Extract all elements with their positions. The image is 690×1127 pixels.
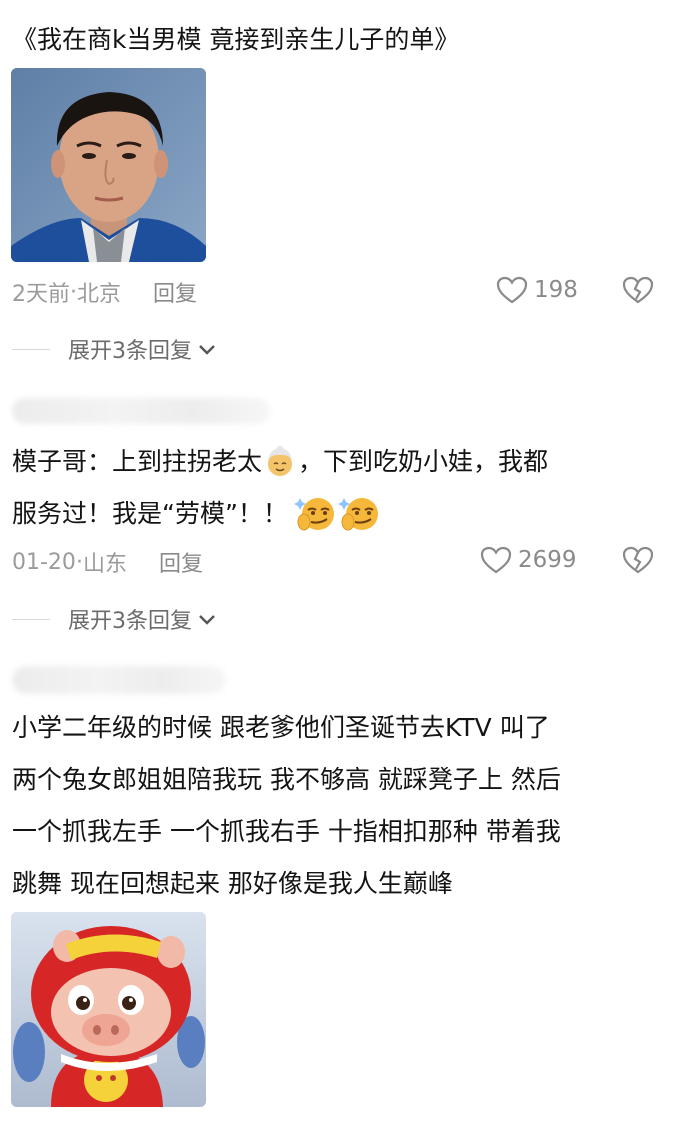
comment-2-like-count: 2699 — [518, 547, 577, 573]
comment-2-expand-label: 展开3条回复 — [68, 609, 192, 634]
meta-separator: · — [70, 279, 77, 305]
comment-2-text-line-1: 模子哥：上到拄拐老太 ，下到吃奶小娃，我都 — [12, 436, 548, 488]
chevron-down-icon — [199, 345, 215, 355]
smirk-emoji-icon — [337, 498, 378, 531]
cropped-username — [14, 0, 94, 4]
heart-outline-icon — [480, 546, 512, 574]
comment-1-expand-label: 展开3条回复 — [68, 339, 192, 364]
comment-2-text-part: ，下到吃奶小娃，我都 — [298, 447, 549, 476]
heart-outline-icon — [496, 276, 528, 304]
comment-3-text-line: 跳舞 现在回想起来 那好像是我人生巅峰 — [12, 869, 453, 898]
comment-3-text-line: 两个兔女郎姐姐陪我玩 我不够高 就踩凳子上 然后 — [12, 765, 561, 794]
comment-1-photo[interactable] — [11, 68, 206, 262]
comment-1-reply-button[interactable]: 回复 — [153, 276, 197, 308]
comment-1-meta: 2天前 · 北京 回复 — [12, 276, 197, 308]
comment-1-time: 2天前 — [12, 282, 70, 307]
comment-1-like-count: 198 — [534, 277, 578, 303]
expand-divider — [12, 348, 50, 350]
comment-1-text: 《我在商k当男模 竟接到亲生儿子的单》 — [12, 25, 460, 54]
cartoon-pig-image — [11, 912, 206, 1107]
broken-heart-icon — [622, 546, 654, 574]
comment-3-text: 小学二年级的时候 跟老爹他们圣诞节去KTV 叫了 两个兔女郎姐姐陪我玩 我不够高… — [12, 702, 561, 910]
comment-1-like-button[interactable]: 198 — [496, 275, 578, 305]
comment-2-text-line-2: 服务过！我是“劳模”！！ — [12, 488, 382, 540]
comment-2-like-button[interactable]: 2699 — [480, 545, 577, 575]
smirk-emoji-icon — [293, 498, 334, 531]
comment-1-expand-replies[interactable]: 展开3条回复 — [12, 333, 218, 365]
comment-2-reply-button[interactable]: 回复 — [159, 546, 203, 578]
comment-2-text-part: 模子哥：上到拄拐老太 — [12, 447, 263, 476]
comment-3-text-line: 一个抓我左手 一个抓我右手 十指相扣那种 带着我 — [12, 817, 561, 846]
comment-1-dislike-button[interactable] — [622, 275, 654, 309]
comment-2-time: 01-20 — [12, 549, 76, 575]
expand-divider — [12, 618, 50, 620]
comment-1-location: 北京 — [77, 282, 122, 307]
comment-2-meta: 01-20 · 山东 回复 — [12, 546, 203, 578]
meta-separator: · — [75, 549, 83, 575]
comment-2-dislike-button[interactable] — [622, 545, 654, 579]
portrait-photo-image — [11, 68, 206, 262]
comment-2-username-blurred[interactable] — [12, 398, 270, 424]
old-woman-emoji-icon — [268, 446, 293, 476]
chevron-down-icon — [199, 615, 215, 625]
comment-2-expand-replies[interactable]: 展开3条回复 — [12, 603, 218, 635]
comment-3-username-blurred[interactable] — [12, 666, 226, 694]
broken-heart-icon — [622, 276, 654, 304]
comment-2-text-part: 服务过！我是“劳模”！！ — [12, 499, 288, 528]
comment-2-location: 山东 — [82, 552, 127, 577]
comment-3-image[interactable] — [11, 912, 206, 1107]
comment-3-meta-cropped — [12, 1118, 252, 1127]
comment-3-text-line: 小学二年级的时候 跟老爹他们圣诞节去KTV 叫了 — [12, 713, 550, 742]
